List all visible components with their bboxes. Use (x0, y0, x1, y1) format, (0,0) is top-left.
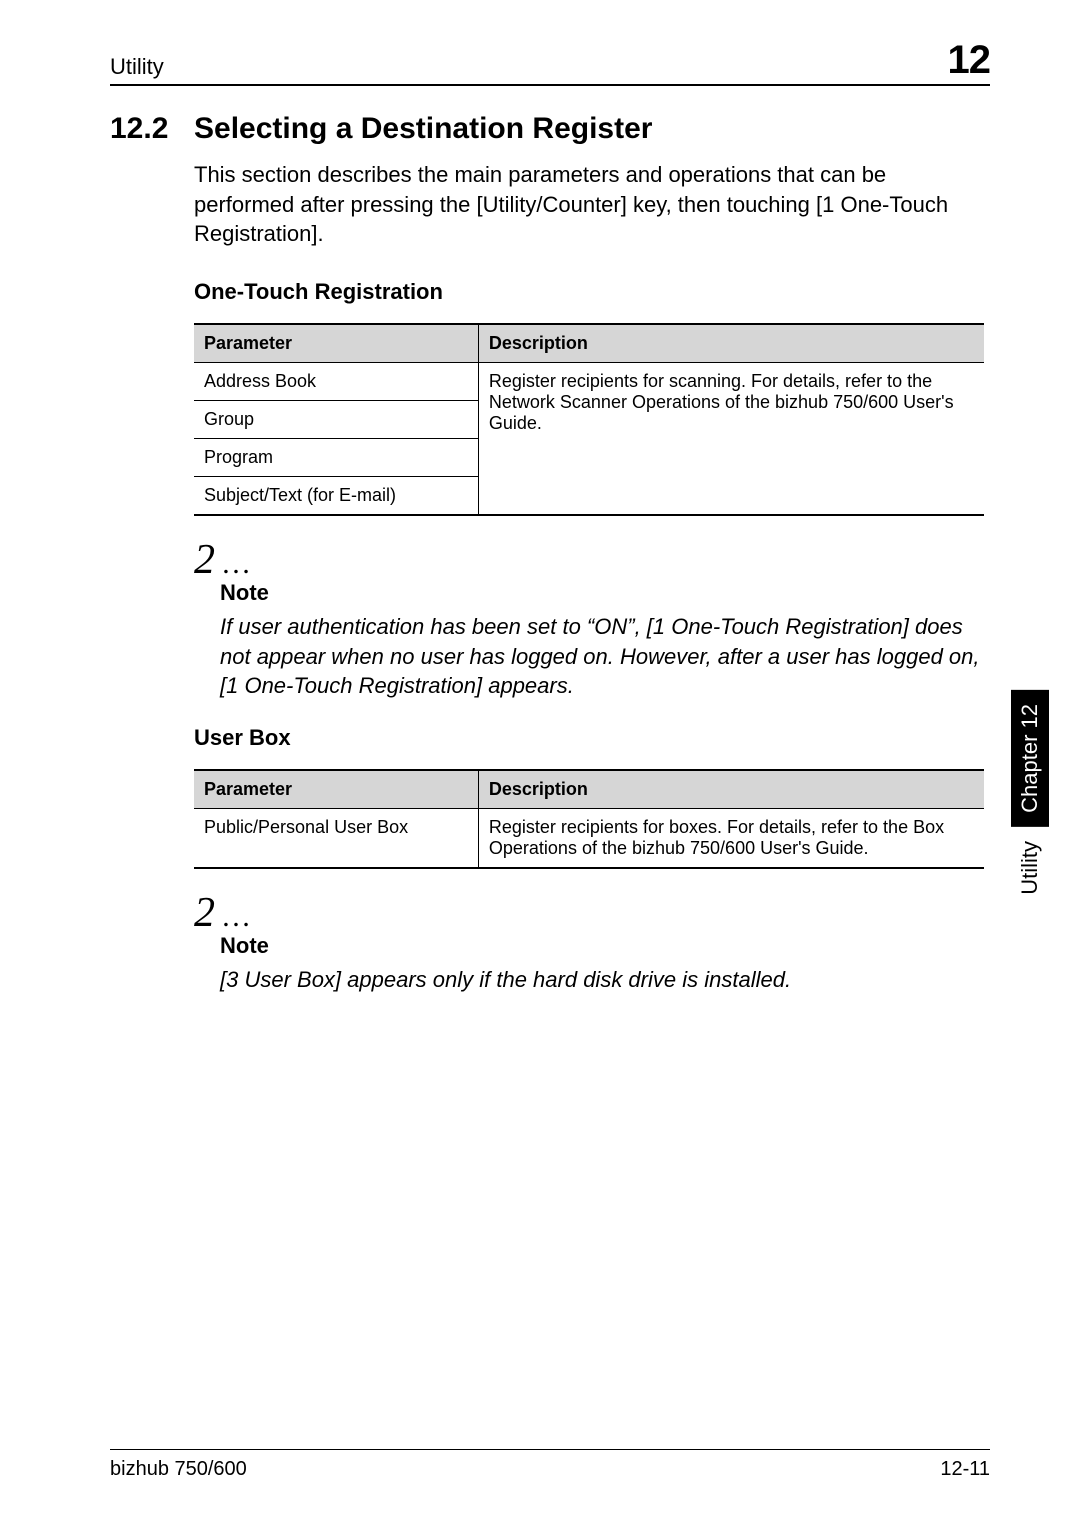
table-cell-description: Register recipients for boxes. For detai… (478, 809, 984, 869)
section-heading: 12.2 Selecting a Destination Register (110, 112, 990, 146)
running-head-left: Utility (110, 54, 164, 80)
table-cell-parameter: Address Book (194, 363, 478, 401)
side-tab: Chapter 12 Utility (1008, 690, 1052, 1030)
table-cell-parameter: Public/Personal User Box (194, 809, 478, 869)
running-head-chapter-number: 12 (948, 40, 991, 80)
subheading-one-touch: One-Touch Registration (194, 279, 984, 305)
note-block-2: 2… Note [3 User Box] appears only if the… (110, 889, 990, 995)
subheading-user-box: User Box (194, 725, 984, 751)
note-label: Note (220, 580, 990, 606)
table-header-parameter: Parameter (194, 770, 478, 809)
note-icon: 2… (194, 889, 990, 937)
document-page: Utility 12 12.2 Selecting a Destination … (0, 0, 1080, 1529)
section-title: Selecting a Destination Register (194, 112, 652, 146)
note-block-1: 2… Note If user authentication has been … (110, 536, 990, 701)
section-number: 12.2 (110, 112, 194, 146)
note-text: If user authentication has been set to “… (220, 612, 984, 701)
side-tab-chapter: Chapter 12 (1011, 690, 1049, 827)
note-icon: 2… (194, 536, 990, 584)
table-header-description: Description (478, 324, 984, 363)
table-header-description: Description (478, 770, 984, 809)
note-text: [3 User Box] appears only if the hard di… (220, 965, 984, 995)
table-cell-parameter: Group (194, 401, 478, 439)
table-header-parameter: Parameter (194, 324, 478, 363)
table-cell-parameter: Subject/Text (for E-mail) (194, 477, 478, 516)
note-label: Note (220, 933, 990, 959)
table-cell-description: Register recipients for scanning. For de… (478, 363, 984, 516)
page-footer: bizhub 750/600 12-11 (110, 1449, 990, 1481)
table-cell-parameter: Program (194, 439, 478, 477)
footer-page-number: 12-11 (940, 1458, 990, 1481)
intro-paragraph: This section describes the main paramete… (194, 160, 984, 249)
page-header: Utility 12 (110, 40, 990, 86)
side-tab-section: Utility (1011, 827, 1049, 909)
user-box-table: Parameter Description Public/Personal Us… (194, 769, 984, 869)
footer-model: bizhub 750/600 (110, 1458, 247, 1481)
one-touch-table: Parameter Description Address Book Regis… (194, 323, 984, 516)
